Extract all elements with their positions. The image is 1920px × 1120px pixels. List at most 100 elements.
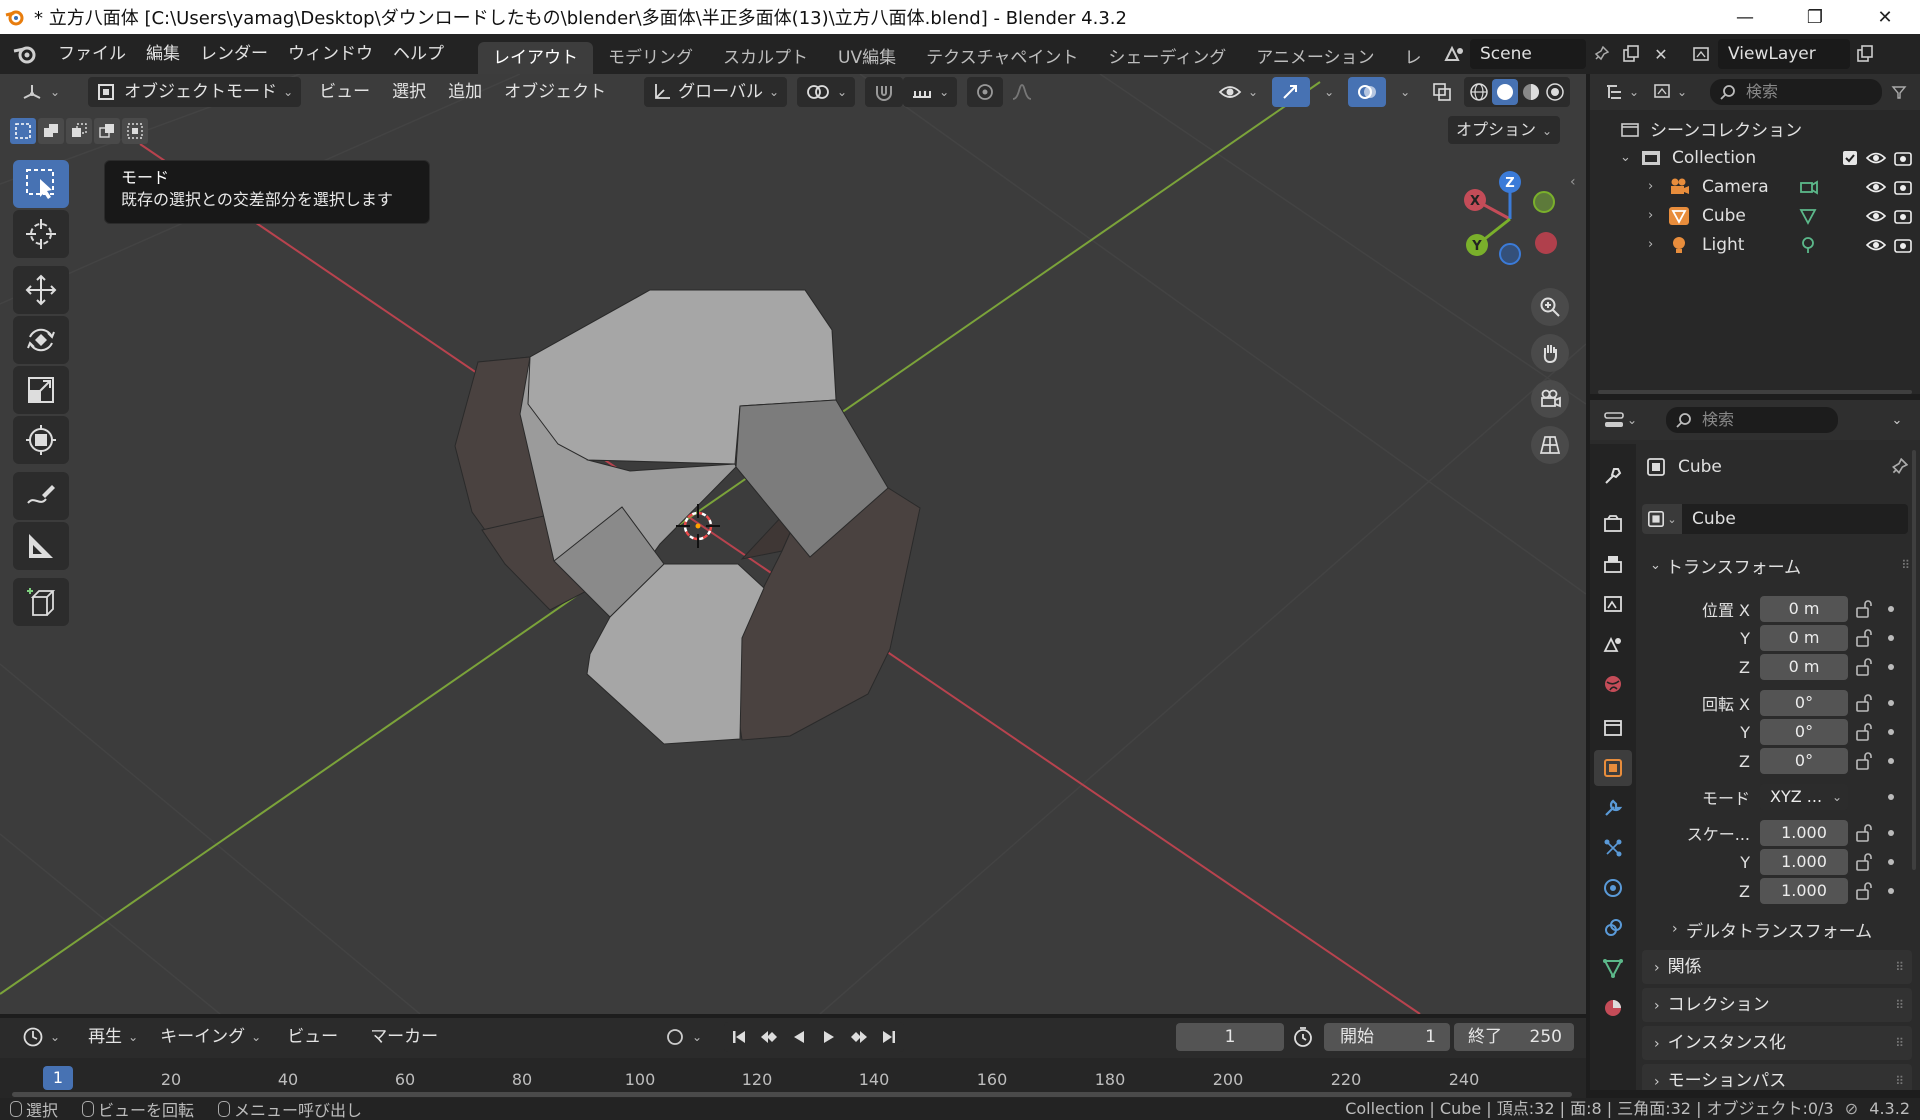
drag-grip-icon[interactable]: ⠿ [1895, 1026, 1904, 1060]
lock-icon[interactable] [1854, 751, 1874, 771]
keyframe-dot-icon[interactable] [1888, 888, 1894, 894]
scale-x-field[interactable]: 1.000 [1760, 820, 1848, 846]
rotate-tool[interactable] [13, 316, 69, 364]
camera-render-icon[interactable] [1894, 208, 1912, 224]
visibility-dropdown[interactable]: ⌄ [1210, 77, 1266, 107]
physics-tab-icon[interactable] [1594, 870, 1632, 906]
cursor-tool[interactable] [13, 210, 69, 258]
tool-tab-icon[interactable] [1594, 458, 1632, 494]
next-keyframe-icon[interactable] [844, 1022, 874, 1052]
checkbox-icon[interactable] [1842, 150, 1858, 166]
perspective-grid-icon[interactable] [1531, 426, 1569, 464]
lock-icon[interactable] [1854, 722, 1874, 742]
properties-scrollbar[interactable] [1912, 450, 1916, 870]
instancing-section[interactable]: › インスタンス化 ⠿ [1642, 1026, 1912, 1060]
lock-icon[interactable] [1854, 599, 1874, 619]
sidebar-toggle-icon[interactable]: ‹ [1570, 174, 1576, 190]
new-view-layer-icon[interactable] [1850, 39, 1880, 69]
menu-render[interactable]: レンダー [190, 39, 278, 69]
camera-render-icon[interactable] [1894, 150, 1912, 166]
collection-tab-icon[interactable] [1594, 710, 1632, 746]
rotation-y-field[interactable]: 0° [1760, 719, 1848, 745]
outliner-row-light[interactable]: › Light [1590, 230, 1920, 259]
lock-icon[interactable] [1854, 823, 1874, 843]
neg-y-axis-handle[interactable] [1533, 191, 1555, 213]
transform-tool[interactable] [13, 416, 69, 464]
timeline-ruler[interactable]: 1 20 40 60 80 100 120 140 160 180 200 22… [0, 1058, 1586, 1098]
snap-toggle[interactable] [865, 77, 904, 107]
material-tab-icon[interactable] [1594, 990, 1632, 1026]
keyframe-dot-icon[interactable] [1888, 859, 1894, 865]
tab-layout[interactable]: レイアウト [478, 42, 593, 74]
playhead[interactable]: 1 [43, 1066, 73, 1090]
tab-texture-paint[interactable]: テクスチャペイント [911, 42, 1093, 74]
marker-menu[interactable]: マーカー [362, 1022, 446, 1052]
overlays-toggle[interactable] [1348, 77, 1387, 107]
keyframe-dot-icon[interactable] [1888, 794, 1894, 800]
keyframe-dot-icon[interactable] [1888, 635, 1894, 641]
maximize-button[interactable]: ❐ [1780, 0, 1850, 34]
pin-icon[interactable] [1586, 39, 1616, 69]
view-layer-tab-icon[interactable] [1594, 586, 1632, 622]
solid-shading-icon[interactable] [1492, 79, 1519, 105]
keyframe-dot-icon[interactable] [1888, 700, 1894, 706]
transform-orientation-dropdown[interactable]: グローバル ⌄ [644, 77, 788, 107]
menu-file[interactable]: ファイル [48, 39, 136, 69]
render-tab-icon[interactable] [1594, 506, 1632, 542]
outliner-row-cube[interactable]: › Cube [1590, 201, 1920, 230]
frame-start-field[interactable]: 開始 1 [1324, 1023, 1450, 1051]
pin-icon[interactable] [1890, 458, 1908, 476]
keyframe-dot-icon[interactable] [1888, 606, 1894, 612]
scene-collection-row[interactable]: シーンコレクション [1590, 114, 1920, 143]
keyframe-dot-icon[interactable] [1888, 758, 1894, 764]
object-browse-dropdown[interactable]: ⌄ [1642, 504, 1682, 534]
rendered-shading-icon[interactable] [1544, 81, 1566, 103]
gizmo-dropdown[interactable]: ⌄ [1310, 77, 1342, 107]
location-x-field[interactable]: 0 m [1760, 596, 1848, 622]
camera-render-icon[interactable] [1894, 237, 1912, 253]
tab-sculpt[interactable]: スカルプト [708, 42, 823, 74]
xray-toggle[interactable] [1424, 77, 1460, 107]
world-tab-icon[interactable] [1594, 666, 1632, 702]
zoom-icon[interactable] [1531, 288, 1569, 326]
object-tab-icon[interactable] [1594, 750, 1632, 786]
play-icon[interactable] [814, 1022, 844, 1052]
output-tab-icon[interactable] [1594, 546, 1632, 582]
outliner-editor-type-icon[interactable]: ⌄ [1600, 77, 1644, 107]
keyframe-dot-icon[interactable] [1888, 729, 1894, 735]
location-y-field[interactable]: 0 m [1760, 625, 1848, 651]
outliner-search-input[interactable]: 検索 [1710, 79, 1882, 105]
proportional-edit-toggle[interactable] [967, 77, 1004, 107]
collection-expand-chevron-icon[interactable]: ⌄ [1620, 150, 1631, 165]
lock-icon[interactable] [1854, 628, 1874, 648]
drag-grip-icon[interactable]: ⠿ [1895, 950, 1904, 984]
particles-tab-icon[interactable] [1594, 830, 1632, 866]
delete-scene-icon[interactable]: ✕ [1646, 39, 1676, 69]
menu-object[interactable]: オブジェクト [496, 77, 614, 107]
scene-name-field[interactable]: Scene [1470, 39, 1586, 69]
eye-icon[interactable] [1866, 237, 1886, 253]
eye-icon[interactable] [1866, 208, 1886, 224]
auto-keying-toggle[interactable]: ⌄ [656, 1022, 710, 1052]
falloff-dropdown[interactable] [1003, 77, 1041, 107]
blender-logo-icon[interactable] [12, 41, 38, 67]
object-name-field[interactable]: Cube [1682, 504, 1908, 534]
camera-view-icon[interactable] [1531, 380, 1569, 418]
measure-tool[interactable] [13, 522, 69, 570]
view-layer-name-field[interactable]: ViewLayer [1718, 39, 1850, 69]
timeline-view-menu[interactable]: ビュー [279, 1022, 346, 1052]
gizmo-toggle[interactable] [1272, 77, 1311, 107]
pivot-point-dropdown[interactable]: ⌄ [797, 77, 856, 107]
wireframe-shading-icon[interactable] [1468, 81, 1490, 103]
overlays-dropdown[interactable]: ⌄ [1386, 77, 1418, 107]
menu-edit[interactable]: 編集 [136, 39, 190, 69]
delta-transform-subsection[interactable]: › デルタトランスフォーム [1642, 914, 1918, 944]
display-mode-icon[interactable]: ⌄ [1648, 77, 1692, 107]
mesh-data-tab-icon[interactable] [1594, 950, 1632, 986]
location-z-field[interactable]: 0 m [1760, 654, 1848, 680]
rotation-x-field[interactable]: 0° [1760, 690, 1848, 716]
minimize-button[interactable]: — [1710, 0, 1780, 34]
view-layer-icon[interactable] [1688, 39, 1718, 69]
filter-icon[interactable] [1884, 77, 1914, 107]
camera-data-icon[interactable] [1798, 177, 1818, 197]
